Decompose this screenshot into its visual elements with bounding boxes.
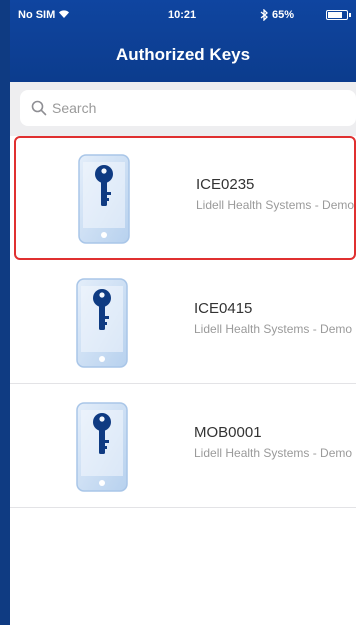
key-name: MOB0001 (194, 424, 262, 441)
key-name: ICE0235 (196, 176, 255, 193)
search-field[interactable] (20, 90, 356, 126)
search-icon (31, 100, 47, 116)
key-name: ICE0415 (194, 300, 253, 317)
list-item[interactable]: MOB0001 Lidell Health Systems - Demo (10, 384, 356, 508)
search-input[interactable] (52, 94, 342, 122)
list-item[interactable]: ICE0415 Lidell Health Systems - Demo (10, 260, 356, 384)
battery-icon (326, 10, 351, 20)
clock: 10:21 (168, 9, 197, 21)
header: No SIM 10:21 65% Authorized Keys (10, 0, 356, 82)
carrier-label: No SIM (18, 9, 56, 21)
search-bar (10, 82, 356, 136)
phone-key-icon (76, 402, 128, 492)
phone-key-icon (76, 278, 128, 368)
key-organization: Lidell Health Systems - Demo (194, 446, 353, 460)
key-list: ICE0235 Lidell Health Systems - Demo ICE0… (10, 136, 356, 508)
page-title: Authorized Keys (115, 45, 251, 64)
list-item[interactable]: ICE0235 Lidell Health Systems - Demo (14, 136, 356, 260)
status-bar: No SIM 10:21 65% (10, 0, 356, 30)
key-organization: Lidell Health Systems - Demo (194, 322, 353, 336)
phone-key-icon (78, 154, 130, 244)
key-organization: Lidell Health Systems - Demo (196, 198, 355, 212)
app-screen: No SIM 10:21 65% Authorized Keys Search … (0, 0, 356, 625)
battery-percent: 65% (272, 9, 295, 21)
wifi-icon (59, 10, 69, 18)
bluetooth-icon (260, 9, 268, 21)
